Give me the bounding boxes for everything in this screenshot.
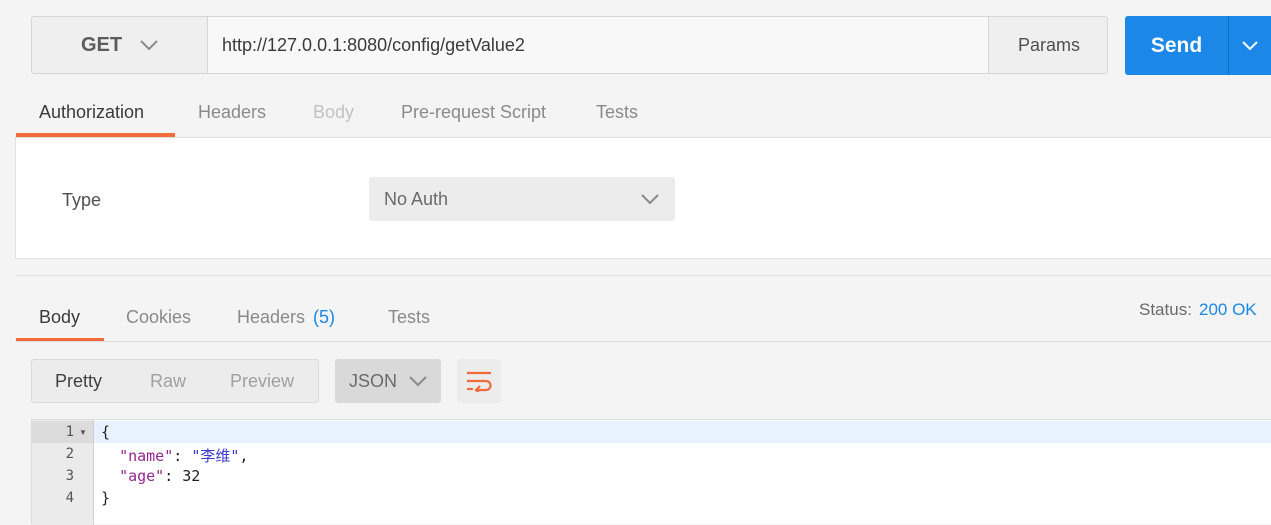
- line-number: 4: [65, 490, 74, 506]
- wrap-lines-icon: [467, 371, 492, 392]
- json-string: "李维": [191, 447, 240, 465]
- chevron-down-icon: [409, 375, 427, 386]
- tab-pre-request-script[interactable]: Pre-request Script: [401, 92, 546, 132]
- json-brace: }: [101, 489, 111, 507]
- send-button[interactable]: Send: [1125, 16, 1271, 75]
- json-brace: {: [101, 423, 111, 441]
- chevron-down-icon: [1242, 40, 1258, 50]
- tab-body[interactable]: Body: [313, 92, 354, 132]
- format-value: JSON: [349, 370, 398, 391]
- chevron-down-icon: [641, 193, 659, 204]
- view-preview-button[interactable]: Preview: [230, 360, 294, 402]
- status-label: Status:: [1139, 300, 1192, 319]
- line-number: 1: [65, 424, 74, 440]
- tab-headers[interactable]: Headers: [198, 92, 266, 132]
- method-select[interactable]: GET: [32, 17, 208, 73]
- headers-count-badge: (5): [313, 306, 336, 327]
- json-key: "name": [119, 447, 174, 465]
- auth-type-select[interactable]: No Auth: [369, 177, 675, 221]
- tab-tests[interactable]: Tests: [596, 92, 638, 132]
- wrap-lines-button[interactable]: [457, 359, 501, 403]
- send-options-button[interactable]: [1229, 16, 1271, 75]
- params-button[interactable]: Params: [988, 17, 1109, 73]
- view-raw-button[interactable]: Raw: [150, 360, 186, 402]
- response-tabs-divider: [15, 341, 1271, 342]
- fold-toggle-icon[interactable]: ▼: [79, 428, 87, 437]
- json-key: "age": [119, 467, 165, 485]
- status-value: 200 OK: [1199, 300, 1257, 319]
- response-tab-headers-label: Headers: [237, 306, 306, 327]
- type-label: Type: [62, 190, 102, 210]
- response-tab-cookies[interactable]: Cookies: [126, 297, 191, 337]
- format-select[interactable]: JSON: [335, 359, 441, 403]
- json-number: 32: [182, 467, 201, 485]
- url-input[interactable]: http://127.0.0.1:8080/config/getValue2: [208, 17, 988, 73]
- params-label: Params: [1017, 34, 1080, 55]
- tab-authorization[interactable]: Authorization: [39, 92, 144, 132]
- view-mode-bar: Pretty Raw Preview: [31, 359, 319, 403]
- response-top-border: [15, 275, 1271, 276]
- line-number: 2: [65, 446, 74, 462]
- chevron-down-icon: [140, 39, 158, 50]
- authorization-panel: Type No Auth: [15, 137, 1271, 259]
- line-number: 3: [65, 468, 74, 484]
- method-label: GET: [80, 33, 123, 56]
- code-line: "age": 32: [119, 467, 201, 485]
- view-pretty-button[interactable]: Pretty: [55, 360, 102, 402]
- code-line: {: [101, 423, 110, 441]
- response-tab-headers[interactable]: Headers (5): [237, 297, 335, 337]
- send-label: Send: [1150, 33, 1203, 57]
- response-tab-body[interactable]: Body: [39, 297, 80, 337]
- response-tab-tests[interactable]: Tests: [388, 297, 430, 337]
- code-line: "name": "李维",: [119, 447, 249, 465]
- response-body-editor[interactable]: 1 ▼ 2 3 4 { "name": "李维", "age": 32 }: [31, 419, 1271, 525]
- request-bar: GET http://127.0.0.1:8080/config/getValu…: [31, 16, 1108, 74]
- code-line: }: [101, 489, 110, 507]
- url-value: http://127.0.0.1:8080/config/getValue2: [222, 34, 525, 55]
- auth-type-value: No Auth: [384, 188, 449, 209]
- active-line-highlight: [94, 421, 1271, 443]
